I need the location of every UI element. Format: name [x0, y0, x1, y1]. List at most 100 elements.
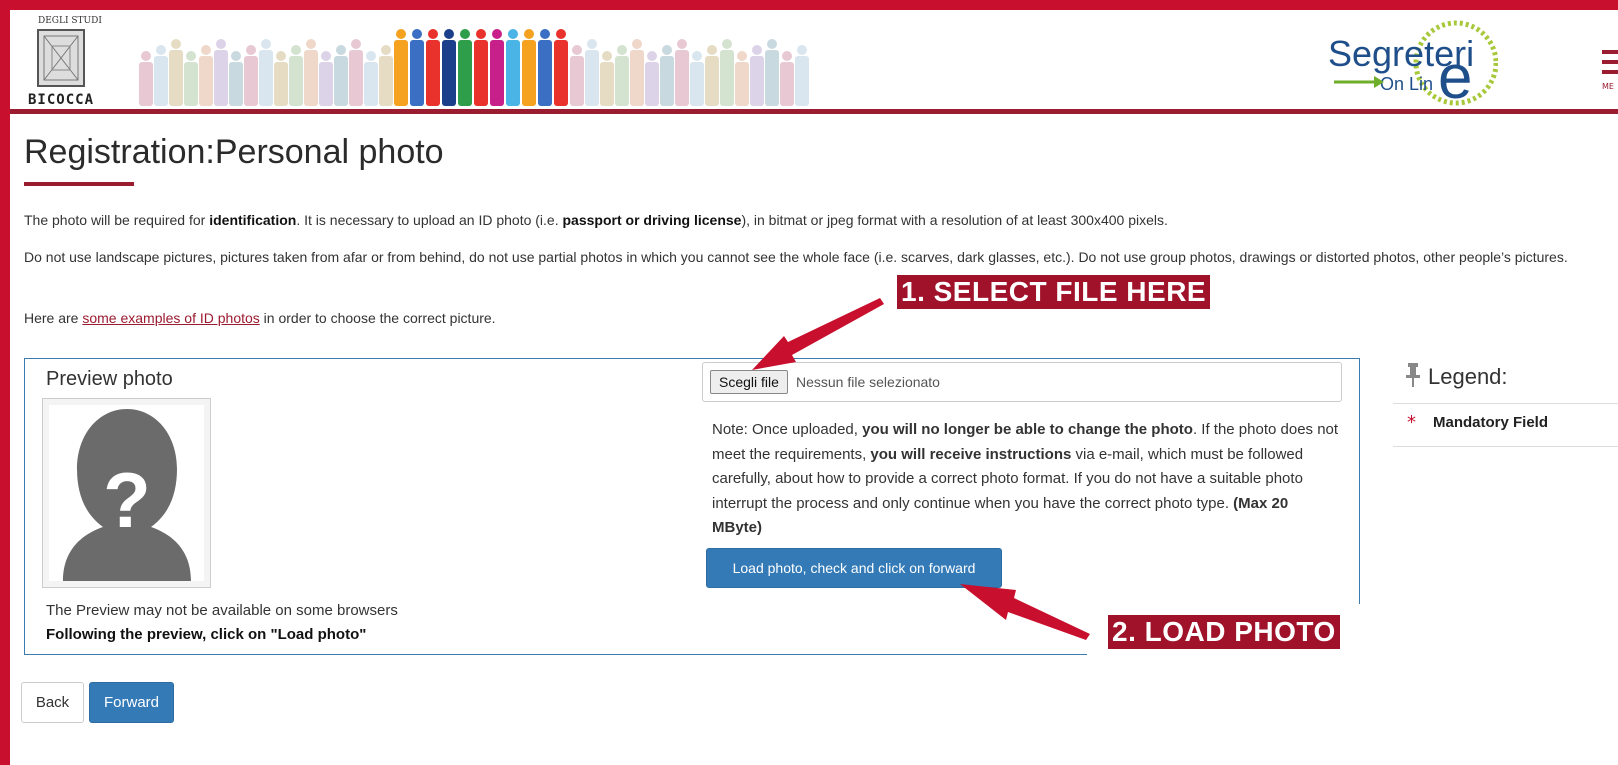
hamburger-menu-icon[interactable] — [1602, 48, 1618, 78]
person-body — [490, 40, 504, 106]
intro-p1-a: The photo will be required for — [24, 212, 210, 228]
site-header: DEGLI STUDI BICOCCA Segreteri On Lin e M… — [10, 10, 1618, 114]
person-head — [201, 45, 211, 55]
person-head — [632, 39, 642, 49]
person-head — [707, 45, 717, 55]
brand-letter-e: e — [1438, 43, 1472, 110]
person-head — [476, 29, 486, 39]
person-body — [554, 40, 568, 106]
intro-p3-a: Here are — [24, 310, 83, 326]
person-head — [351, 39, 361, 49]
person-body — [506, 40, 520, 106]
person-head — [306, 39, 316, 49]
upload-note-a: Note: Once uploaded, — [712, 421, 863, 438]
person-body — [522, 40, 536, 106]
person-head — [587, 39, 597, 49]
person-head — [556, 29, 566, 39]
pushpin-icon — [1406, 363, 1420, 387]
person-body — [442, 40, 456, 106]
brand-text-2: On Lin — [1380, 74, 1433, 94]
mandatory-field-label: Mandatory Field — [1433, 414, 1549, 431]
person-head — [524, 29, 534, 39]
person-head — [460, 29, 470, 39]
person-body — [735, 62, 749, 106]
load-photo-button[interactable]: Load photo, check and click on forward — [706, 548, 1002, 588]
person-head — [508, 29, 518, 39]
person-head — [141, 51, 151, 61]
back-button[interactable]: Back — [21, 682, 84, 723]
person-body — [750, 56, 764, 106]
mandatory-star-icon: * — [1407, 412, 1416, 433]
person-body — [474, 40, 488, 106]
person-head — [276, 51, 286, 61]
person-head — [171, 39, 181, 49]
person-head — [722, 39, 732, 49]
person-body — [214, 50, 228, 106]
person-body — [780, 62, 794, 106]
menu-label[interactable]: ME — [1602, 82, 1614, 91]
title-underline — [24, 182, 134, 186]
person-head — [186, 51, 196, 61]
upload-note: Note: Once uploaded, you will no longer … — [712, 418, 1340, 541]
person-head — [291, 45, 301, 55]
person-head — [428, 29, 438, 39]
person-body — [570, 56, 584, 106]
intro-p1-b: identification — [209, 212, 297, 228]
person-body — [244, 56, 258, 106]
intro-p1-c: . It is necessary to upload an ID photo … — [296, 212, 563, 228]
intro-paragraph-3: Here are some examples of ID photos in o… — [24, 306, 1024, 330]
person-head — [412, 29, 422, 39]
person-head — [692, 51, 702, 61]
person-head — [752, 45, 762, 55]
person-body — [169, 50, 183, 106]
preview-availability-note: The Preview may not be available on some… — [46, 602, 398, 619]
person-body — [379, 56, 393, 106]
person-head — [662, 45, 672, 55]
intro-p1-d: passport or driving license — [562, 212, 742, 228]
person-body — [364, 62, 378, 106]
person-body — [630, 50, 644, 106]
person-body — [139, 62, 153, 106]
person-body — [410, 40, 424, 106]
intro-paragraph-2: Do not use landscape pictures, pictures … — [24, 249, 1568, 265]
person-body — [600, 62, 614, 106]
person-body — [720, 50, 734, 106]
upload-note-d: you will receive instructions — [870, 445, 1072, 463]
person-head — [617, 45, 627, 55]
person-body — [274, 62, 288, 106]
person-body — [184, 62, 198, 106]
person-head — [540, 29, 550, 39]
upload-note-b: you will no longer be able to change the… — [862, 421, 1193, 438]
person-body — [690, 62, 704, 106]
step-1-callout: 1. SELECT FILE HERE — [897, 275, 1211, 309]
choose-file-button[interactable]: Scegli file — [710, 370, 788, 394]
id-photo-examples-link[interactable]: some examples of ID photos — [82, 310, 259, 326]
step-2-callout: 2. LOAD PHOTO — [1108, 615, 1340, 649]
segreterie-online-logo[interactable]: Segreteri On Lin e — [1318, 16, 1499, 112]
person-body — [334, 56, 348, 106]
person-head — [572, 45, 582, 55]
photo-file-input[interactable]: Scegli file Nessun file selezionato — [702, 362, 1342, 402]
person-body — [765, 50, 779, 106]
person-head — [156, 45, 166, 55]
intro-p1-e: ), in bitmat or jpeg format with a resol… — [741, 212, 1168, 228]
photo-preview: ? — [42, 398, 211, 588]
person-body — [229, 62, 243, 106]
person-body — [289, 56, 303, 106]
person-body — [585, 50, 599, 106]
person-body — [660, 56, 674, 106]
people-banner-image — [139, 29, 809, 106]
person-body — [645, 62, 659, 106]
forward-button[interactable]: Forward — [89, 682, 174, 723]
legend-mandatory-row: * Mandatory Field — [1393, 403, 1618, 447]
person-head — [647, 51, 657, 61]
person-head — [677, 39, 687, 49]
logo-wordmark: BICOCCA — [28, 92, 95, 108]
page-title: Registration:Personal photo — [24, 133, 444, 171]
intro-p3-b: in order to choose the correct picture. — [259, 310, 496, 326]
person-head — [366, 51, 376, 61]
person-head — [782, 51, 792, 61]
university-logo[interactable]: DEGLI STUDI BICOCCA — [26, 16, 116, 108]
person-body — [199, 56, 213, 106]
intro-paragraph-1: The photo will be required for identific… — [24, 208, 1584, 232]
